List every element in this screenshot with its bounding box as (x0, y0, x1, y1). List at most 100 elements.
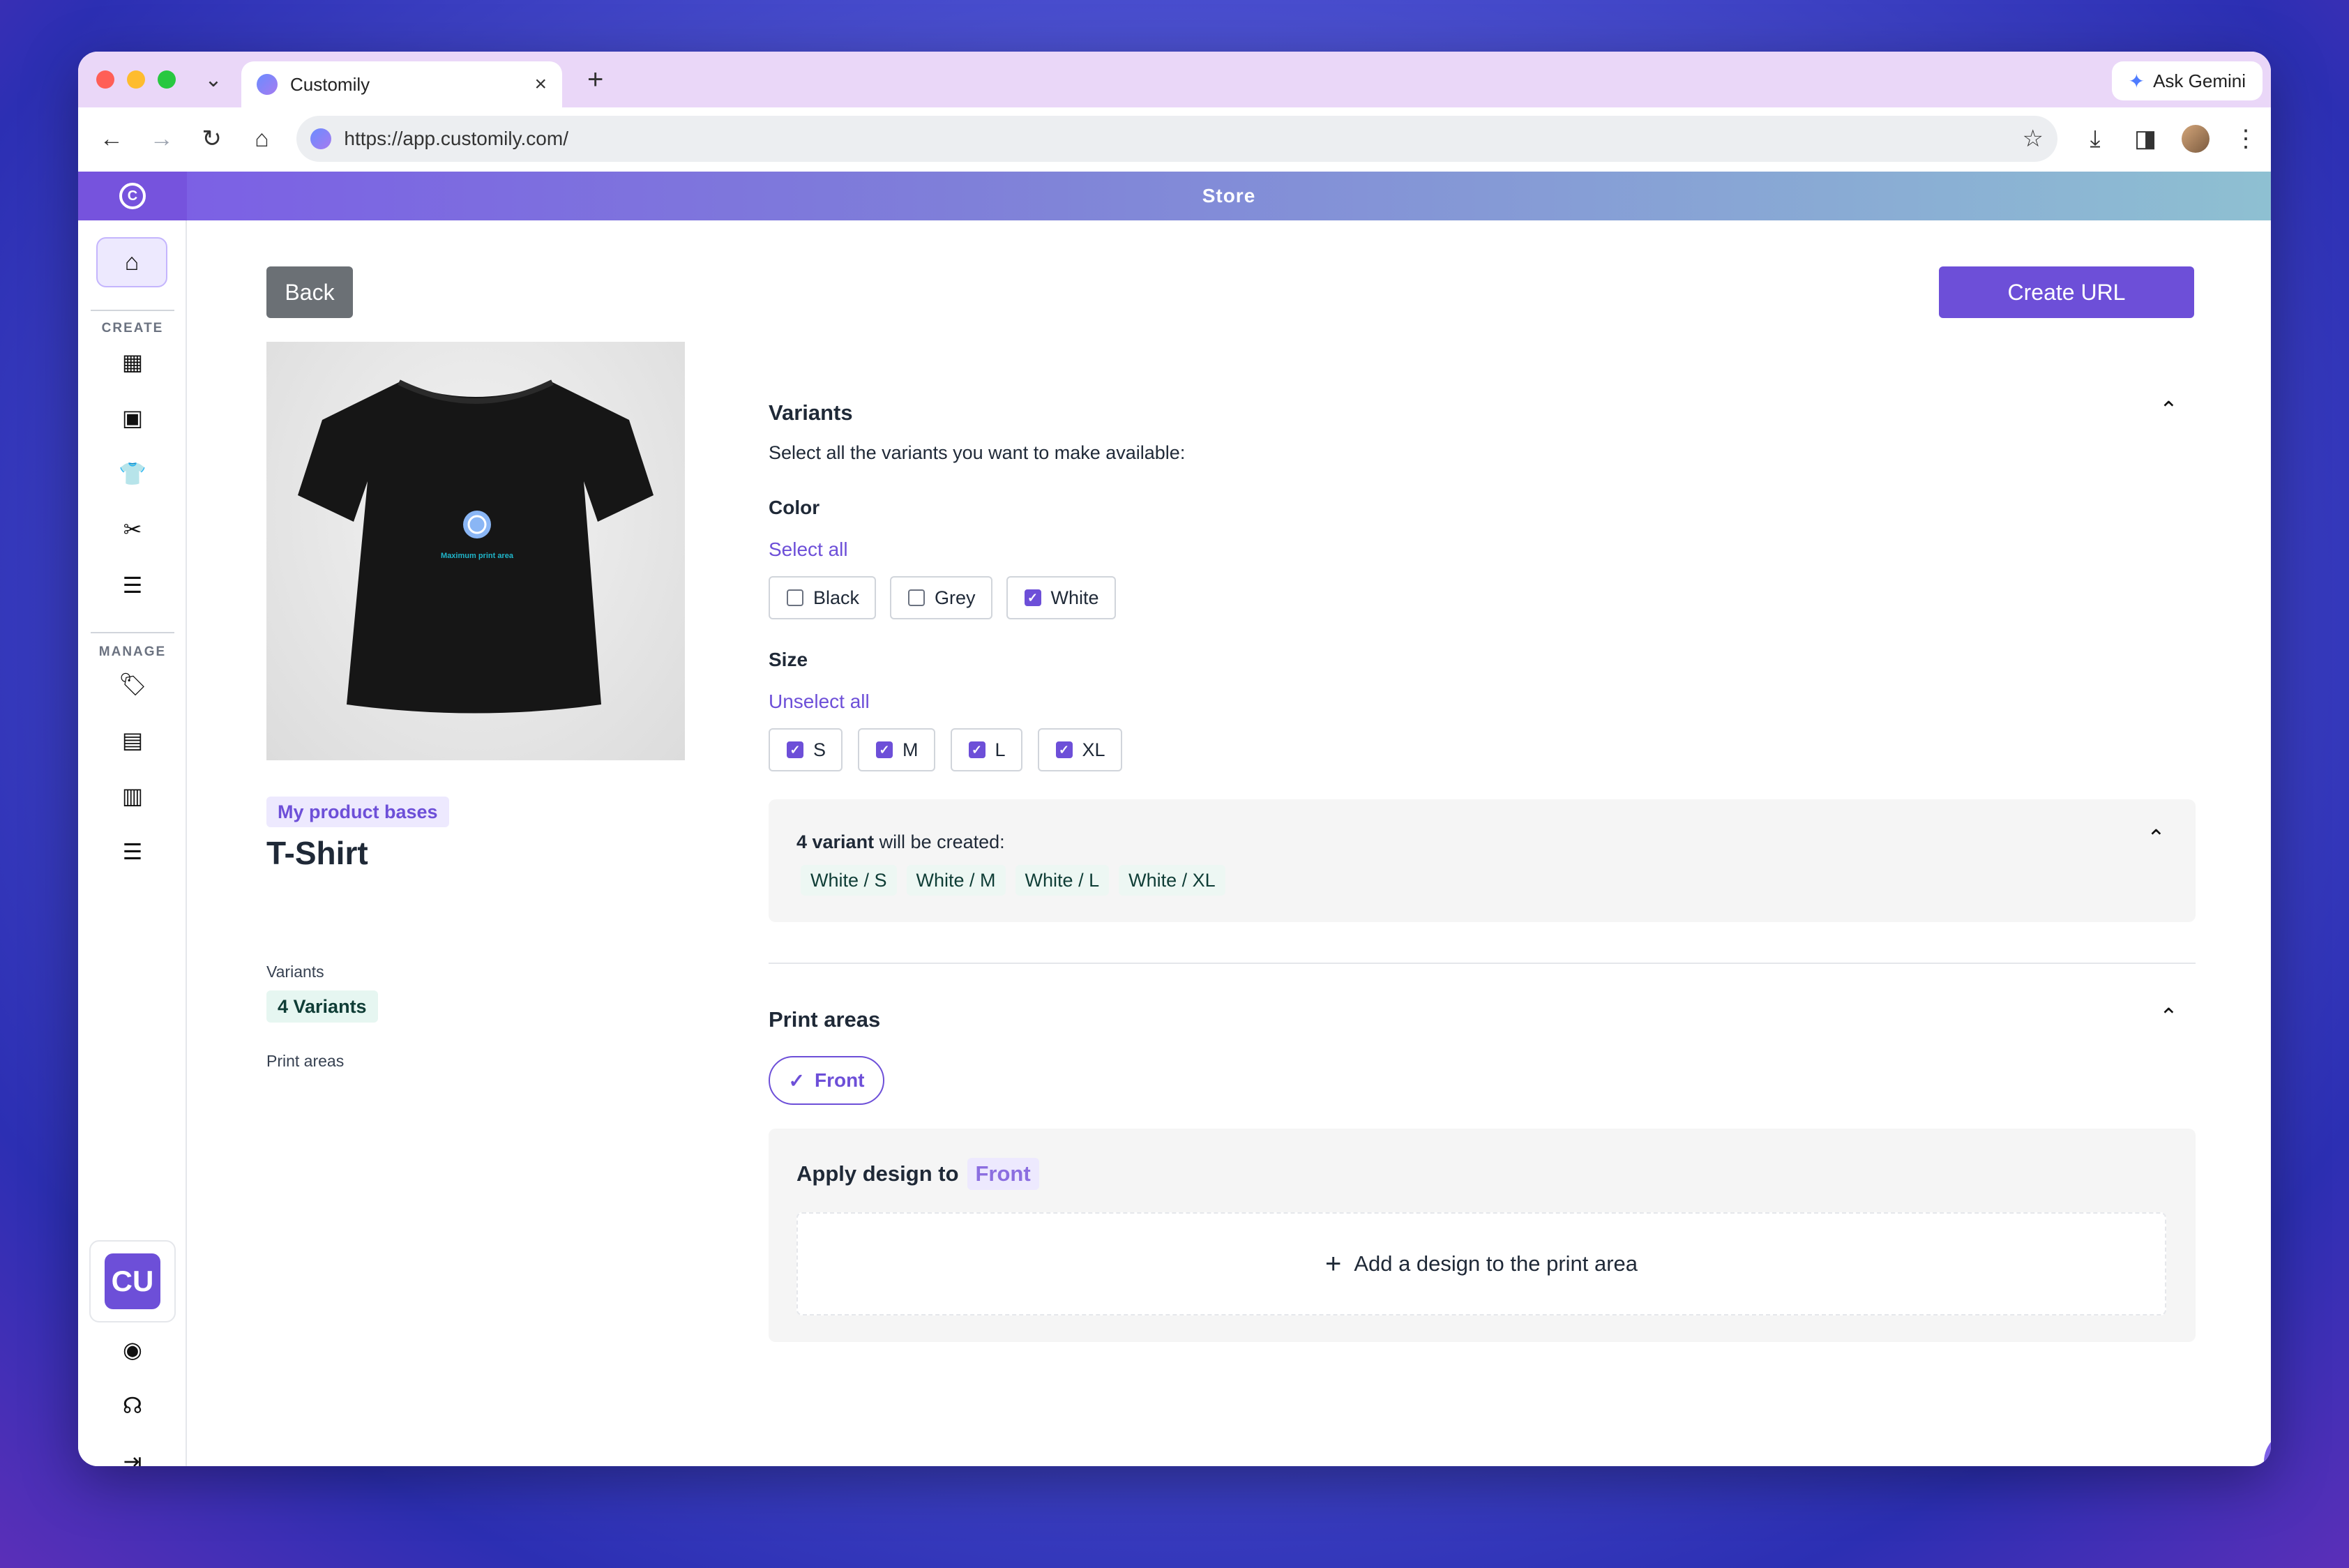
size-option-label: M (902, 739, 919, 760)
product-image: Maximum print area (266, 342, 685, 760)
profile-avatar[interactable] (2182, 125, 2210, 153)
checkbox-unchecked[interactable] (908, 589, 926, 606)
app-header: C Store (78, 172, 2271, 220)
customily-logo-icon: C (119, 183, 146, 209)
url-field[interactable]: https://app.customily.com/ ☆ (296, 116, 2057, 162)
home-icon[interactable]: ⌂ (237, 126, 287, 153)
browser-tab[interactable]: Customily × (241, 61, 562, 107)
color-option-grey[interactable]: Grey (890, 576, 992, 619)
add-design-dropzone[interactable]: + Add a design to the print area (796, 1212, 2166, 1316)
color-option-white[interactable]: ✓ White (1006, 576, 1116, 619)
apply-target-badge: Front (967, 1158, 1039, 1190)
checkbox-checked-icon[interactable]: ✓ (876, 741, 893, 758)
more-menu-icon[interactable]: ⋮ (2221, 125, 2271, 153)
tab-search-chevron-icon[interactable]: ⌄ (199, 68, 227, 92)
main-content: Back Create URL Maximum print area My pr… (188, 220, 2271, 1466)
collapse-variants-chevron-icon[interactable]: ⌃ (2159, 396, 2178, 423)
reload-icon[interactable]: ↻ (187, 125, 237, 153)
sidebar-item-tools[interactable]: ✂ (78, 516, 187, 543)
variants-meta-label: Variants (266, 963, 324, 981)
collapse-print-areas-chevron-icon[interactable]: ⌃ (2159, 1003, 2178, 1030)
sidebar-item-tags[interactable]: 🏷 (78, 671, 187, 698)
size-option-m[interactable]: ✓ M (858, 728, 935, 771)
size-options: ✓ S ✓ M ✓ L ✓ XL (769, 728, 1122, 771)
checkbox-checked-icon[interactable]: ✓ (968, 741, 985, 758)
print-area-front-pill[interactable]: ✓ Front (769, 1056, 884, 1105)
site-info-icon[interactable] (310, 128, 332, 149)
tshirt-icon: 👕 (119, 461, 146, 486)
sidebar-item-support[interactable]: ☊ (78, 1392, 187, 1419)
tools-icon: ✂ (123, 517, 142, 542)
window-controls (96, 70, 176, 89)
sidebar-item-mugs[interactable]: ▣ (78, 405, 187, 431)
variant-chip: White / M (906, 865, 1006, 896)
checkbox-checked-icon[interactable]: ✓ (787, 741, 803, 758)
bookmark-star-icon[interactable]: ☆ (2023, 125, 2044, 153)
checkbox-unchecked[interactable] (787, 589, 803, 606)
sidebar-divider (91, 632, 174, 633)
plus-icon: + (1324, 1248, 1342, 1279)
print-area-label: Front (814, 1069, 865, 1091)
print-areas-section-title: Print areas (769, 1007, 881, 1032)
ask-gemini-button[interactable]: ✦ Ask Gemini (2111, 61, 2263, 100)
check-icon: ✓ (788, 1069, 805, 1092)
chat-support-button[interactable]: ≡ (2264, 1430, 2271, 1466)
sidebar-item-logout[interactable]: ⇥ (78, 1448, 187, 1466)
size-option-xl[interactable]: ✓ XL (1037, 728, 1122, 771)
size-option-label: L (995, 739, 1006, 760)
user-avatar[interactable]: CU (89, 1240, 176, 1322)
side-panel-icon[interactable]: ◨ (2120, 125, 2170, 153)
sidebar-item-catalog[interactable]: ☰ (78, 838, 187, 865)
checkbox-checked-icon[interactable]: ✓ (1024, 589, 1041, 606)
product-bases-badge[interactable]: My product bases (266, 797, 449, 827)
variant-chip: White / L (1015, 865, 1110, 896)
sidebar-item-products[interactable]: 👕 (78, 460, 187, 487)
browser-tools: ⤓ ◨ ⋮ (2070, 125, 2271, 153)
size-title: Size (769, 649, 808, 670)
size-option-label: XL (1082, 739, 1105, 760)
sidebar: ⌂ CREATE ▦ ▣ 👕 ✂ ☰ MANAGE 🏷 ▤ ▥ ☰ CU ◉ ☊… (78, 220, 187, 1466)
logo-cell[interactable]: C (78, 172, 187, 220)
color-option-black[interactable]: Black (769, 576, 877, 619)
collapse-summary-chevron-icon[interactable]: ⌃ (2147, 824, 2166, 851)
browser-window: ⌄ Customily × + ✦ Ask Gemini ← → ↻ ⌂ htt… (78, 52, 2271, 1466)
variants-summary-text: 4 variant will be created: (796, 831, 1005, 853)
forward-arrow-icon[interactable]: → (137, 126, 187, 153)
sidebar-item-lists[interactable]: ☰ (78, 572, 187, 598)
create-url-button[interactable]: Create URL (1939, 266, 2194, 318)
size-option-l[interactable]: ✓ L (950, 728, 1022, 771)
maximize-window-button[interactable] (158, 70, 176, 89)
minimize-window-button[interactable] (127, 70, 145, 89)
store-icon: ▥ (121, 783, 144, 808)
color-option-label: Grey (935, 587, 976, 608)
page-title: Store (1202, 185, 1256, 206)
sidebar-item-designs[interactable]: ▦ (78, 349, 187, 375)
summary-count: 4 variant (796, 831, 875, 852)
tag-icon: 🏷 (118, 672, 147, 697)
select-all-colors-link[interactable]: Select all (769, 538, 848, 561)
sidebar-item-account[interactable]: ◉ (78, 1336, 187, 1363)
checkbox-checked-icon[interactable]: ✓ (1055, 741, 1073, 758)
sidebar-item-store[interactable]: ▥ (78, 783, 187, 809)
back-arrow-icon[interactable]: ← (86, 126, 137, 153)
apply-design-label: Apply design to (796, 1161, 959, 1186)
document-icon: ▤ (121, 728, 144, 753)
tab-bar: ⌄ Customily × + ✦ Ask Gemini (78, 52, 2271, 107)
unselect-all-sizes-link[interactable]: Unselect all (769, 691, 870, 713)
close-tab-icon[interactable]: × (534, 73, 547, 96)
size-option-s[interactable]: ✓ S (769, 728, 843, 771)
tshirt-image: Maximum print area (298, 379, 654, 714)
color-options: Black Grey ✓ White (769, 576, 1116, 619)
close-window-button[interactable] (96, 70, 114, 89)
variants-description: Select all the variants you want to make… (769, 442, 1186, 463)
apply-design-panel: Apply design to Front + Add a design to … (769, 1129, 2196, 1342)
sidebar-item-home[interactable]: ⌂ (96, 237, 167, 287)
size-option-label: S (813, 739, 826, 760)
print-area-label: Maximum print area (441, 552, 514, 560)
download-icon[interactable]: ⤓ (2070, 126, 2120, 153)
ask-gemini-label: Ask Gemini (2153, 70, 2246, 91)
variants-count-badge: 4 Variants (266, 990, 378, 1023)
back-button[interactable]: Back (266, 266, 353, 318)
sidebar-item-orders[interactable]: ▤ (78, 727, 187, 753)
new-tab-icon[interactable]: + (587, 64, 603, 96)
